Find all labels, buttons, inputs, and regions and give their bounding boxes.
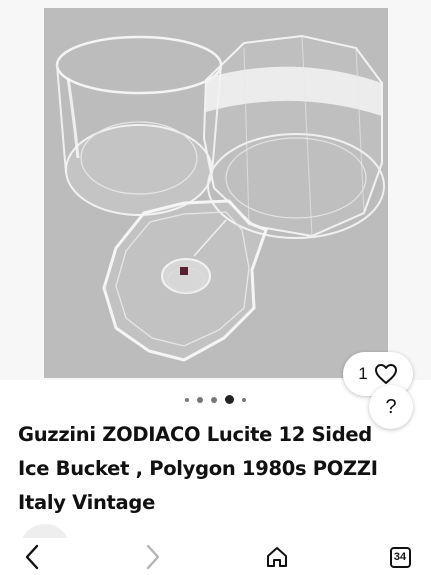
gallery-pagination [0,395,431,404]
product-photo[interactable] [44,8,388,378]
heart-icon [374,364,397,384]
back-button[interactable] [17,542,47,572]
chevron-left-icon [25,544,39,570]
pagination-dot[interactable] [242,397,246,402]
image-gallery[interactable]: 1 ? [0,0,431,429]
forward-button[interactable] [138,542,168,572]
tabs-count: 34 [389,546,411,568]
home-icon [267,547,287,567]
pagination-dot[interactable] [197,396,203,403]
tabs-button[interactable]: 34 [385,542,415,572]
bottom-navigation-bar: 34 [0,538,431,575]
pagination-dot[interactable] [185,397,189,402]
listing-title: Guzzini ZODIACO Lucite 12 Sided Ice Buck… [18,423,378,514]
pagination-dot-active[interactable] [225,395,234,404]
watch-count: 1 [358,364,368,383]
chevron-right-icon [146,544,160,570]
pagination-dot[interactable] [211,396,217,403]
home-button[interactable] [262,542,292,572]
